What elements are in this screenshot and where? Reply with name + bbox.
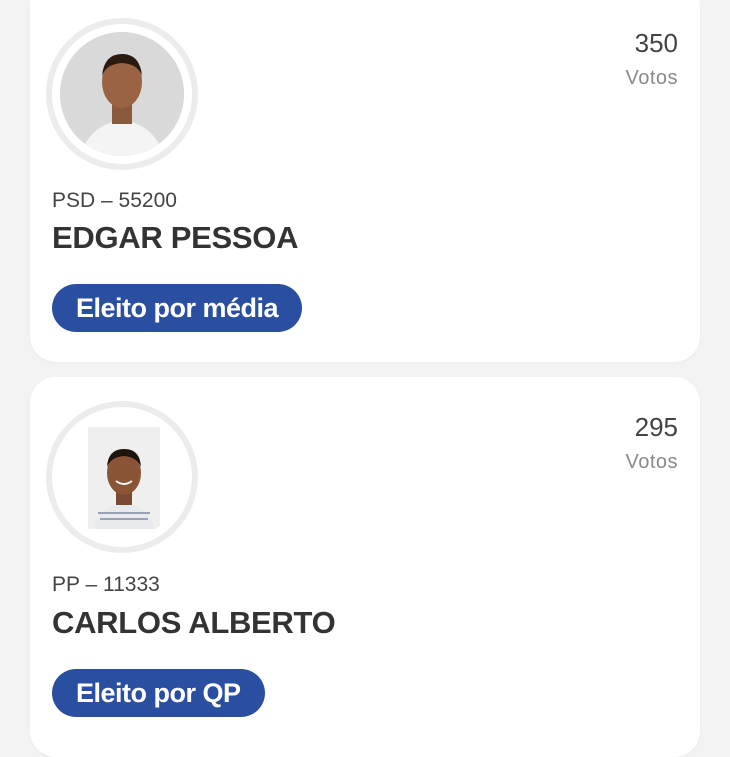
candidate-photo: [60, 415, 184, 539]
status-badge: Eleito por média: [52, 284, 303, 332]
avatar: [52, 24, 192, 164]
candidate-card[interactable]: 295 Votos PP – 11333 CARLOS ALBERTO Elei…: [30, 377, 700, 757]
party-number: PP – 11333: [52, 573, 160, 596]
votes-count: 350: [634, 28, 678, 58]
candidate-photo: [60, 32, 184, 156]
status-badge: Eleito por QP: [52, 669, 265, 717]
avatar: [52, 407, 192, 547]
candidate-card[interactable]: 350 Votos PSD – 55200 EDGAR PESSOA Eleit…: [30, 0, 700, 362]
votes-label: Votos: [625, 67, 678, 89]
votes-label: Votos: [625, 451, 678, 473]
party-number: PSD – 55200: [52, 189, 177, 212]
votes-count: 295: [634, 412, 678, 442]
candidate-name: CARLOS ALBERTO: [52, 605, 336, 640]
candidate-name: EDGAR PESSOA: [52, 220, 299, 255]
